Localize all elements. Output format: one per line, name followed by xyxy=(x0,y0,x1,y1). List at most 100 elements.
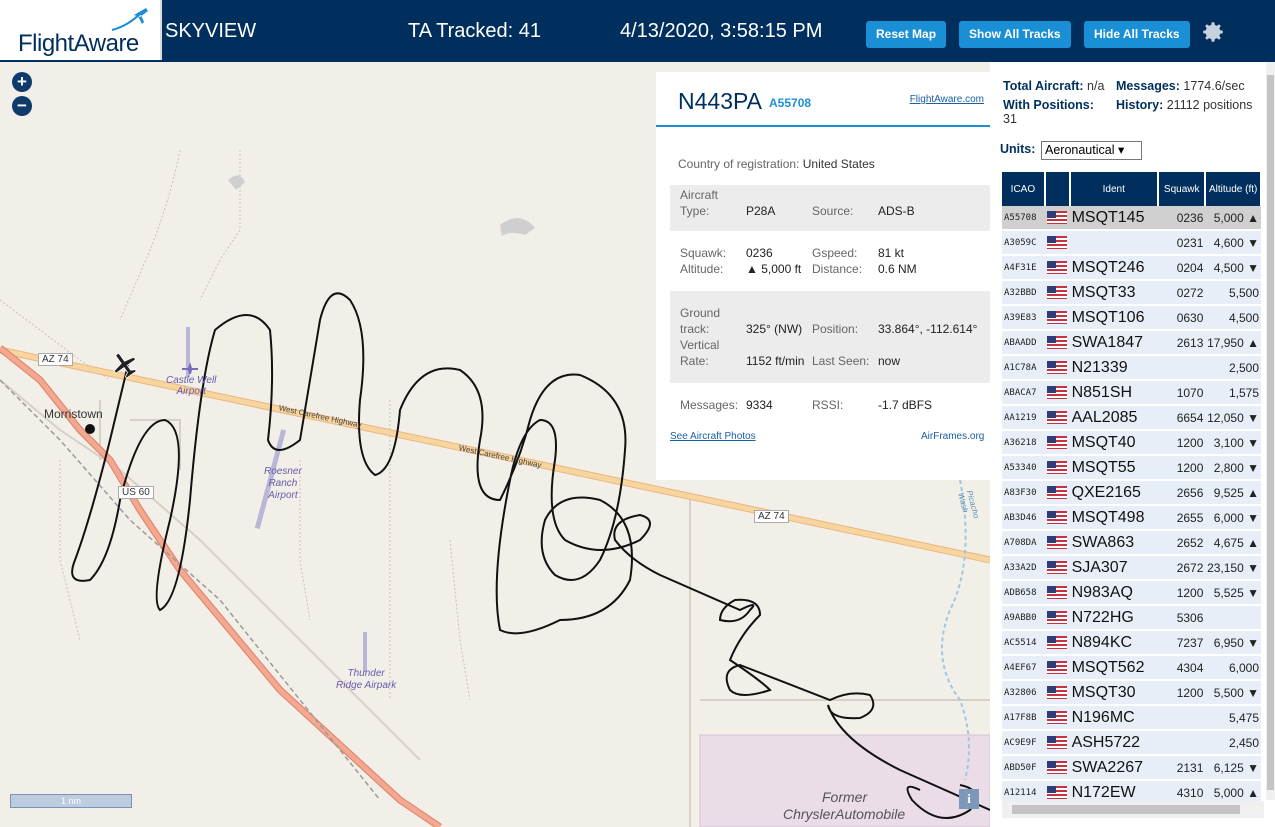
zoom-out-button[interactable]: − xyxy=(12,96,32,116)
info-button[interactable]: i xyxy=(959,789,979,809)
app-title: SKYVIEW xyxy=(165,20,257,42)
ident-cell: SWA2267 xyxy=(1069,755,1158,781)
aircraft-photos-link[interactable]: See Aircraft Photos xyxy=(670,431,756,442)
ident-cell: AAL2085 xyxy=(1069,405,1158,431)
type-source-block: Aircraft Type: P28A Source: ADS-B xyxy=(670,185,990,231)
table-row[interactable]: ABAADD SWA1847 2613 17,950 ▲ xyxy=(1002,330,1261,356)
gear-icon[interactable] xyxy=(1200,19,1226,45)
table-row[interactable]: A32BBD MSQT33 0272 5,500 xyxy=(1002,280,1261,306)
flightaware-logo[interactable]: FlightAware xyxy=(0,0,162,60)
altitude-cell: 4,500 xyxy=(1205,305,1261,331)
col-ident[interactable]: Ident xyxy=(1069,172,1160,206)
altitude-cell: 2,500 xyxy=(1205,355,1261,381)
town-label: Morristown xyxy=(44,407,103,421)
us-flag-icon xyxy=(1047,585,1068,599)
table-row[interactable]: A708DA SWA863 2652 4,675 ▲ xyxy=(1002,530,1261,556)
az74-shield-2: AZ 74 xyxy=(754,510,789,523)
table-row[interactable]: A4EF67 MSQT562 4304 6,000 xyxy=(1002,655,1261,681)
us-flag-icon xyxy=(1047,260,1068,274)
altitude-cell: 12,050 ▼ xyxy=(1205,405,1261,431)
icao-cell: A1C78A xyxy=(1002,355,1045,381)
table-row[interactable]: A39E83 MSQT106 0630 4,500 xyxy=(1002,305,1261,331)
units-select[interactable]: Aeronautical ▾ xyxy=(1041,141,1142,160)
airframes-link[interactable]: AirFrames.org xyxy=(921,431,984,442)
ident-cell: MSQT246 xyxy=(1069,255,1158,281)
icao-cell: A33A2D xyxy=(1002,555,1045,581)
flag-cell xyxy=(1044,605,1070,631)
messages-block: Messages: 9334 RSSI: -1.7 dBFS xyxy=(680,398,933,412)
altitude-cell: 9,525 ▲ xyxy=(1205,480,1261,506)
squawk: 0236 xyxy=(746,246,773,260)
table-row[interactable]: A33A2D SJA307 2672 23,150 ▼ xyxy=(1002,555,1261,581)
flag-cell xyxy=(1044,330,1070,356)
col-flag[interactable] xyxy=(1044,172,1071,206)
us-flag-icon xyxy=(1047,685,1068,699)
table-row[interactable]: A55708 MSQT145 0236 5,000 ▲ xyxy=(1002,206,1261,231)
show-all-tracks-button[interactable]: Show All Tracks xyxy=(959,21,1071,48)
flag-cell xyxy=(1044,630,1070,656)
table-row[interactable]: A36218 MSQT40 1200 3,100 ▼ xyxy=(1002,430,1261,456)
altitude-cell xyxy=(1205,605,1261,631)
col-icao[interactable]: ICAO xyxy=(1002,172,1046,206)
zoom-in-button[interactable]: + xyxy=(12,72,32,92)
altitude-cell: 4,500 ▼ xyxy=(1205,255,1261,281)
top-bar: FlightAware SKYVIEW TA Tracked: 41 4/13/… xyxy=(0,0,1275,62)
table-row[interactable]: A53340 MSQT55 1200 2,800 ▼ xyxy=(1002,455,1261,481)
altitude-cell: 4,600 ▼ xyxy=(1205,230,1261,256)
ident-cell: MSQT30 xyxy=(1069,680,1158,706)
squawk-cell: 1200 xyxy=(1158,580,1206,606)
col-altitude[interactable]: Altitude (ft) xyxy=(1205,172,1262,206)
squawk-cell: 2656 xyxy=(1158,480,1206,506)
squawk-cell: 1200 xyxy=(1158,680,1206,706)
ident-cell: MSQT562 xyxy=(1069,655,1158,681)
table-row[interactable]: AB3D46 MSQT498 2655 6,000 ▼ xyxy=(1002,505,1261,531)
horizontal-scrollbar-thumb[interactable] xyxy=(1012,805,1240,814)
hide-all-tracks-button[interactable]: Hide All Tracks xyxy=(1084,21,1190,48)
aircraft-table: ICAO Ident Squawk Altitude (ft) A55708 MS… xyxy=(1002,172,1262,802)
ident-cell: MSQT145 xyxy=(1069,206,1158,231)
table-row[interactable]: A32806 MSQT30 1200 5,500 ▼ xyxy=(1002,680,1261,706)
icao-cell: A32806 xyxy=(1002,680,1045,706)
flag-cell xyxy=(1044,455,1070,481)
altitude-cell: 5,525 ▼ xyxy=(1205,580,1261,606)
flag-cell xyxy=(1044,655,1070,681)
table-row[interactable]: AA1219 AAL2085 6654 12,050 ▼ xyxy=(1002,405,1261,431)
table-row[interactable]: ABACA7 N851SH 1070 1,575 xyxy=(1002,380,1261,406)
us-flag-icon xyxy=(1047,460,1068,474)
table-row[interactable]: ADB658 N983AQ 1200 5,525 ▼ xyxy=(1002,580,1261,606)
us-flag-icon xyxy=(1047,735,1068,749)
table-row[interactable]: ABD50F SWA2267 2131 6,125 ▼ xyxy=(1002,755,1261,781)
us-flag-icon xyxy=(1047,360,1068,374)
table-row[interactable]: A4F31E MSQT246 0204 4,500 ▼ xyxy=(1002,255,1261,281)
altitude-cell: 17,950 ▲ xyxy=(1205,330,1261,356)
us-flag-icon xyxy=(1047,710,1068,724)
altitude-cell: 1,575 xyxy=(1205,380,1261,406)
squawk-cell: 5306 xyxy=(1158,605,1206,631)
us-flag-icon xyxy=(1047,335,1068,349)
table-row[interactable]: AC5514 N894KC 7237 6,950 ▼ xyxy=(1002,630,1261,656)
table-row[interactable]: A12114 N172EW 4310 5,000 ▲ xyxy=(1002,780,1261,802)
table-row[interactable]: A1C78A N21339 2,500 xyxy=(1002,355,1261,381)
flightaware-link[interactable]: FlightAware.com xyxy=(910,94,984,105)
squawk-cell: 2131 xyxy=(1158,755,1206,781)
ident-cell: N851SH xyxy=(1069,380,1158,406)
squawk-cell: 2652 xyxy=(1158,530,1206,556)
table-row[interactable]: A83F30 QXE2165 2656 9,525 ▲ xyxy=(1002,480,1261,506)
vertical-scrollbar-thumb[interactable] xyxy=(1267,75,1274,790)
position: 33.864°, -112.614° xyxy=(878,322,978,336)
col-squawk[interactable]: Squawk xyxy=(1158,172,1207,206)
table-row[interactable]: A17F8B N196MC 5,475 xyxy=(1002,705,1261,731)
ident-cell: MSQT498 xyxy=(1069,505,1158,531)
table-row[interactable]: A3059C 0231 4,600 ▼ xyxy=(1002,230,1261,256)
messages: 9334 xyxy=(746,398,773,412)
aircraft-list-panel: Total Aircraft: n/a Messages: 1774.6/sec… xyxy=(990,62,1275,827)
us-flag-icon xyxy=(1047,660,1068,674)
reset-map-button[interactable]: Reset Map xyxy=(866,21,947,48)
table-row[interactable]: AC9E9F ASH5722 2,450 xyxy=(1002,730,1261,756)
us-flag-icon xyxy=(1047,410,1068,424)
altitude-cell: 5,500 ▼ xyxy=(1205,680,1261,706)
table-row[interactable]: A9ABB0 N722HG 5306 xyxy=(1002,605,1261,631)
flag-cell xyxy=(1044,780,1070,802)
altitude-cell: 5,000 ▲ xyxy=(1205,780,1261,802)
us-flag-icon xyxy=(1047,210,1068,224)
